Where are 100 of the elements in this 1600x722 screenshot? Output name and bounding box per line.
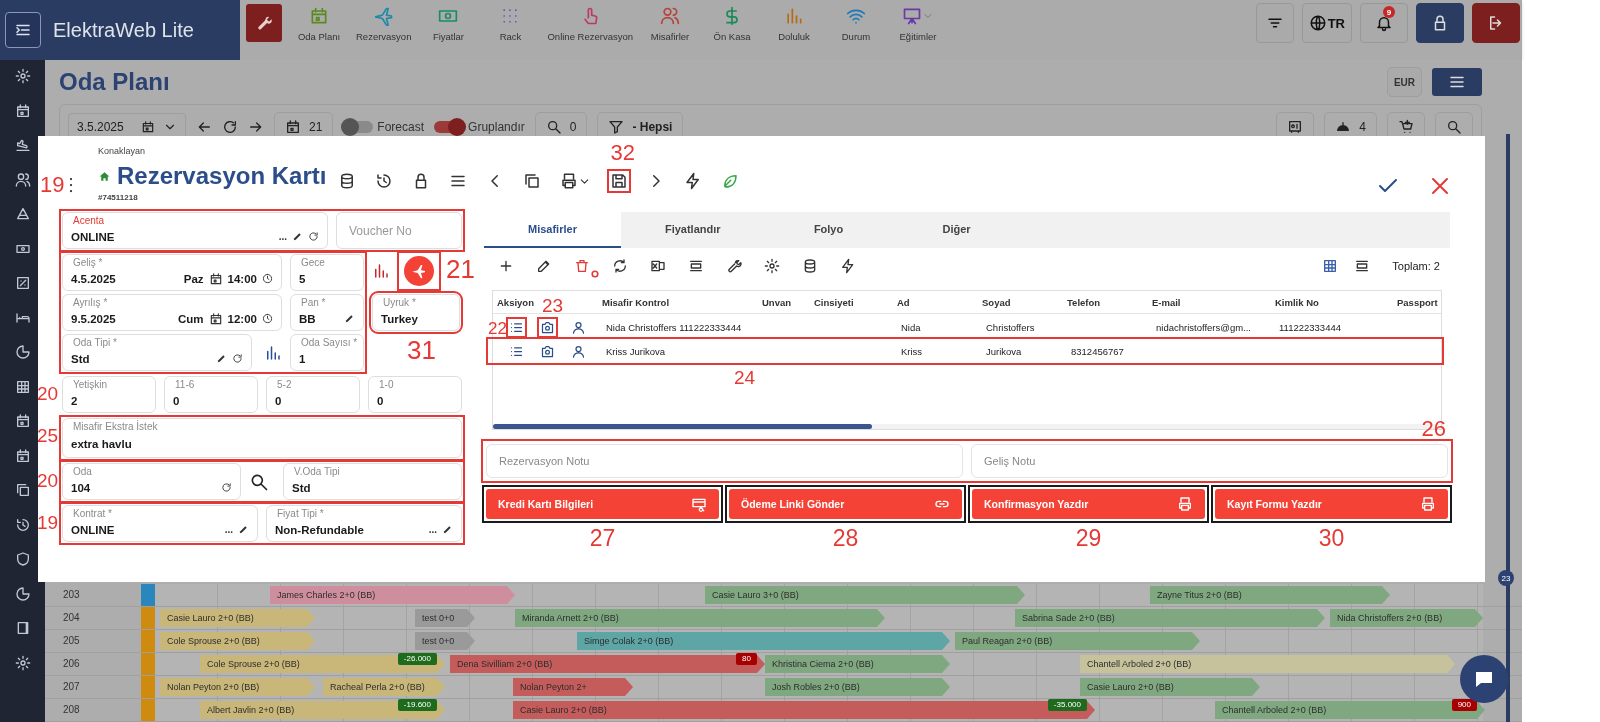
action-button[interactable]: Konfirmasyon Yazdır <box>972 489 1205 519</box>
camera-icon[interactable] <box>540 319 555 335</box>
clock-icon[interactable] <box>262 313 273 324</box>
calendar-icon[interactable] <box>14 413 31 429</box>
departure-field[interactable]: Ayrılış * 9.5.2025 Cum 12:00 <box>62 294 282 331</box>
booking-bar[interactable] <box>270 586 515 604</box>
guest-count-field[interactable]: 5-2 0 <box>266 376 360 413</box>
forecast-toggle[interactable] <box>343 121 374 133</box>
spreadsheet-icon[interactable] <box>650 258 666 274</box>
nights-field[interactable]: Gece 5 <box>290 254 364 291</box>
filter-button[interactable] <box>1255 3 1294 43</box>
nav-item[interactable]: Fiyatlar <box>417 0 480 60</box>
save-icon[interactable] <box>610 172 629 190</box>
calendar-icon[interactable] <box>208 311 223 326</box>
shield-icon[interactable] <box>14 551 31 567</box>
history-icon[interactable] <box>375 172 394 190</box>
guest-count-field[interactable]: 1-0 0 <box>368 376 462 413</box>
table-grid-icon[interactable] <box>1322 258 1339 274</box>
tab[interactable]: Folyo <box>764 212 893 248</box>
wrench-icon[interactable] <box>726 258 742 274</box>
nav-item[interactable]: Eğitimler <box>887 0 949 60</box>
nationality-field[interactable]: Uyruk * Turkey <box>372 294 460 331</box>
booking-bar[interactable] <box>1080 678 1260 696</box>
pencil-icon[interactable] <box>344 313 355 324</box>
copy-icon[interactable] <box>523 172 542 190</box>
nav-item[interactable]: Durum <box>825 0 887 60</box>
column-header[interactable]: Kimlik No <box>1275 296 1319 308</box>
table-grid-icon[interactable] <box>14 378 31 395</box>
notifications-button[interactable]: 9 <box>1360 3 1408 43</box>
booking-bar[interactable] <box>160 678 315 696</box>
agency-field[interactable]: Acenta ONLINE ... <box>62 212 328 249</box>
calendar-icon[interactable] <box>14 102 31 119</box>
clock-icon[interactable] <box>262 273 273 284</box>
booking-bar[interactable] <box>765 655 950 673</box>
sync-icon[interactable] <box>612 258 628 274</box>
booking-bar[interactable] <box>577 632 950 650</box>
triangle-icon[interactable] <box>14 206 31 222</box>
guest-count-field[interactable]: 11-6 0 <box>164 376 258 413</box>
note-field[interactable]: Geliş Notu <box>971 444 1448 478</box>
more-button[interactable]: ... <box>428 524 437 535</box>
gear-icon[interactable] <box>764 258 780 274</box>
booking-bar[interactable] <box>415 632 475 650</box>
arrow-right-icon[interactable] <box>248 119 264 135</box>
guest-count-field[interactable]: Yetişkin 2 <box>62 376 156 413</box>
camera-icon[interactable] <box>540 343 555 359</box>
column-header[interactable]: E-mail <box>1152 296 1181 308</box>
rate-type-field[interactable]: Fiyat Tipi * Non-Refundable ... <box>266 505 462 542</box>
nav-item[interactable]: Misafirler <box>639 0 701 60</box>
nav-item[interactable]: Rezervasyon <box>350 0 418 60</box>
tab[interactable]: Misafirler <box>484 212 621 248</box>
logout-button[interactable] <box>1472 3 1520 43</box>
person-icon[interactable] <box>571 319 586 335</box>
sidebar-toggle-button[interactable] <box>5 12 41 48</box>
booking-bar[interactable] <box>200 655 445 673</box>
database-icon[interactable] <box>802 258 818 274</box>
bar-chart-icon[interactable] <box>372 262 390 280</box>
booking-bar[interactable] <box>765 678 950 696</box>
refresh-icon[interactable] <box>221 482 232 493</box>
more-button[interactable]: ... <box>278 231 287 242</box>
booking-bar[interactable] <box>1150 586 1390 604</box>
edit-icon[interactable] <box>536 258 552 274</box>
action-button[interactable]: Kayıt Formu Yazdır <box>1215 489 1448 519</box>
pencil-icon[interactable] <box>442 524 453 535</box>
column-header[interactable]: Cinsiyeti <box>814 296 854 308</box>
tab[interactable]: Fiyatlandır <box>620 212 765 248</box>
voucher-field[interactable]: Voucher No <box>336 212 462 249</box>
column-header[interactable]: Telefon <box>1067 296 1101 308</box>
more-button[interactable]: ... <box>224 524 233 535</box>
people-icon[interactable] <box>14 171 31 188</box>
grouping-toggle[interactable] <box>434 121 465 133</box>
calendar-icon[interactable] <box>14 447 31 464</box>
virtual-room-type-field[interactable]: V.Oda Tipi Std <box>283 463 462 500</box>
booking-bar[interactable] <box>1330 609 1483 627</box>
plus-icon[interactable] <box>498 258 514 274</box>
rows-icon[interactable] <box>1354 258 1371 274</box>
leaf-icon[interactable] <box>721 172 740 190</box>
room-type-field[interactable]: Oda Tipi * Std <box>62 334 252 371</box>
nav-item[interactable]: Oda Planı <box>288 0 350 60</box>
board-field[interactable]: Pan * BB <box>290 294 364 331</box>
pencil-icon[interactable] <box>292 231 303 242</box>
bar-chart-icon[interactable] <box>264 343 282 362</box>
nav-item[interactable]: Online Rezervasyon <box>541 0 639 60</box>
copy-icon[interactable] <box>14 482 31 498</box>
column-header[interactable]: Soyad <box>982 296 1011 308</box>
person-icon[interactable] <box>571 343 586 359</box>
booking-bar[interactable] <box>1080 655 1455 673</box>
tools-button[interactable] <box>246 4 282 42</box>
tab[interactable]: Diğer <box>892 212 1021 248</box>
pie-chart-icon[interactable] <box>14 585 31 602</box>
flight-button[interactable] <box>404 256 434 286</box>
room-count-field[interactable]: Oda Sayısı * 1 <box>290 334 364 371</box>
calendar-icon[interactable] <box>208 271 223 286</box>
refresh-icon[interactable] <box>232 353 243 364</box>
trash-icon[interactable] <box>574 258 590 274</box>
rows-icon[interactable] <box>688 258 704 274</box>
refresh-icon[interactable] <box>222 119 238 135</box>
currency-button[interactable]: EUR <box>1386 67 1422 97</box>
column-header[interactable]: Unvan <box>762 296 792 308</box>
arrival-field[interactable]: Geliş * 4.5.2025 Paz 14:00 <box>62 254 282 291</box>
percent-icon[interactable] <box>14 275 31 291</box>
